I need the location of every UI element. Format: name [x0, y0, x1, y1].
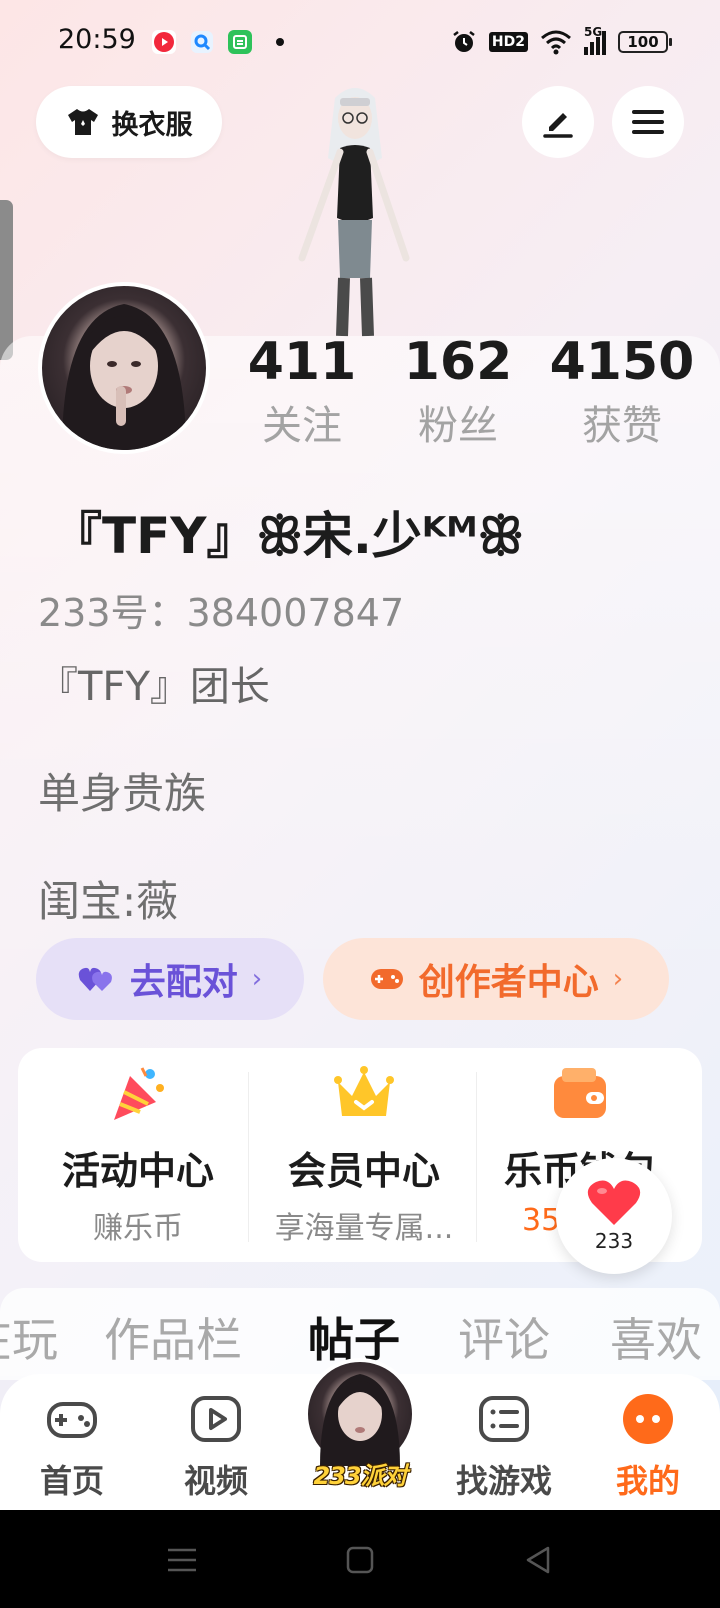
- side-drawer-handle[interactable]: [0, 200, 13, 360]
- recent-apps-icon[interactable]: [162, 1540, 202, 1580]
- network-type: 5G: [584, 25, 603, 39]
- chevron-right-icon: ›: [251, 964, 263, 994]
- activity-center-item[interactable]: 活动中心 赚乐币: [24, 1062, 252, 1247]
- nav-home[interactable]: 首页: [0, 1392, 144, 1502]
- likes-count: 4150: [549, 332, 695, 392]
- activity-center-sub: 赚乐币: [93, 1211, 183, 1246]
- red-app-icon: [152, 30, 176, 54]
- green-app-icon: [228, 30, 252, 54]
- nav-mine[interactable]: 我的: [576, 1392, 720, 1502]
- avatar-3d-figure[interactable]: [280, 78, 430, 338]
- list-icon: [479, 1396, 529, 1442]
- gamepad-icon: [370, 969, 403, 989]
- battery-icon: 100: [618, 31, 672, 53]
- vip-center-title: 会员中心: [287, 1149, 440, 1193]
- tab-playing[interactable]: 在玩: [0, 1304, 58, 1370]
- status-right-group: HD2 5G 100: [451, 25, 672, 58]
- alarm-icon: [453, 31, 475, 52]
- floating-heart-button[interactable]: 233: [556, 1158, 672, 1274]
- nav-find-games-label: 找游戏: [455, 1462, 552, 1500]
- following-label: 关注: [262, 403, 342, 449]
- likes-label: 获赞: [582, 403, 662, 449]
- match-button[interactable]: 去配对 ›: [36, 938, 304, 1020]
- fans-count: 162: [403, 332, 513, 392]
- play-icon: [191, 1396, 241, 1442]
- nav-mine-label: 我的: [615, 1462, 680, 1500]
- tshirt-icon: [67, 109, 98, 135]
- edit-profile-button[interactable]: [522, 86, 594, 158]
- nav-video-label: 视频: [183, 1462, 248, 1500]
- stat-fans[interactable]: 162 粉丝: [378, 330, 538, 454]
- change-outfit-button[interactable]: 换衣服: [36, 86, 222, 158]
- wallet-icon: [554, 1068, 606, 1118]
- gamepad-icon: [47, 1402, 97, 1438]
- creator-center-label: 创作者中心: [418, 962, 599, 1003]
- following-count: 411: [247, 332, 357, 392]
- stat-following[interactable]: 411 关注: [222, 330, 382, 454]
- bio-line-3: 闺宝:薇: [38, 877, 179, 926]
- menu-button[interactable]: [612, 86, 684, 158]
- nav-find-games[interactable]: 找游戏: [432, 1392, 576, 1502]
- floating-heart-count: 233: [594, 1229, 634, 1253]
- status-time: 20:59: [58, 24, 136, 55]
- creator-center-button[interactable]: 创作者中心 ›: [323, 938, 669, 1020]
- party-popper-icon: [114, 1067, 164, 1120]
- chevron-right-icon: ›: [612, 964, 624, 994]
- back-system-icon[interactable]: [518, 1540, 558, 1580]
- activity-center-title: 活动中心: [61, 1149, 214, 1193]
- crown-icon: [334, 1066, 394, 1116]
- signal-icon: 5G: [584, 25, 606, 55]
- notification-dot-icon: [276, 38, 284, 46]
- party-badge: 233派对: [313, 1462, 407, 1490]
- nav-video[interactable]: 视频: [144, 1392, 288, 1502]
- nav-home-label: 首页: [39, 1462, 104, 1500]
- avatar[interactable]: [38, 282, 210, 454]
- stat-likes[interactable]: 4150 获赞: [542, 330, 702, 454]
- match-label: 去配对: [129, 962, 238, 1003]
- heart-icon: [587, 1180, 641, 1225]
- vip-center-item[interactable]: 会员中心 享海量专属...: [250, 1062, 478, 1247]
- double-heart-icon: [78, 967, 112, 991]
- tab-works[interactable]: 作品栏: [104, 1304, 242, 1370]
- center-party-avatar[interactable]: [304, 1358, 416, 1470]
- home-system-icon[interactable]: [340, 1540, 380, 1580]
- blue-app-icon: [190, 30, 214, 54]
- vip-center-sub: 享海量专属...: [274, 1211, 454, 1246]
- tab-likes[interactable]: 喜欢: [610, 1304, 702, 1370]
- hd-badge: HD2: [488, 32, 528, 52]
- username: 『TFY』ꕥ宋.少ᴷᴹꕥ: [52, 507, 524, 565]
- bio-line-1: 『TFY』团长: [38, 664, 270, 710]
- menu-icon: [632, 110, 664, 134]
- tab-comments[interactable]: 评论: [458, 1304, 550, 1370]
- bio-line-2: 单身贵族: [38, 769, 207, 818]
- fans-label: 粉丝: [418, 403, 498, 449]
- profile-dots-icon: [623, 1394, 673, 1444]
- wifi-icon: [541, 30, 571, 55]
- user-id[interactable]: 233号：384007847: [38, 582, 404, 637]
- edit-icon: [543, 113, 573, 138]
- change-outfit-label: 换衣服: [111, 109, 193, 141]
